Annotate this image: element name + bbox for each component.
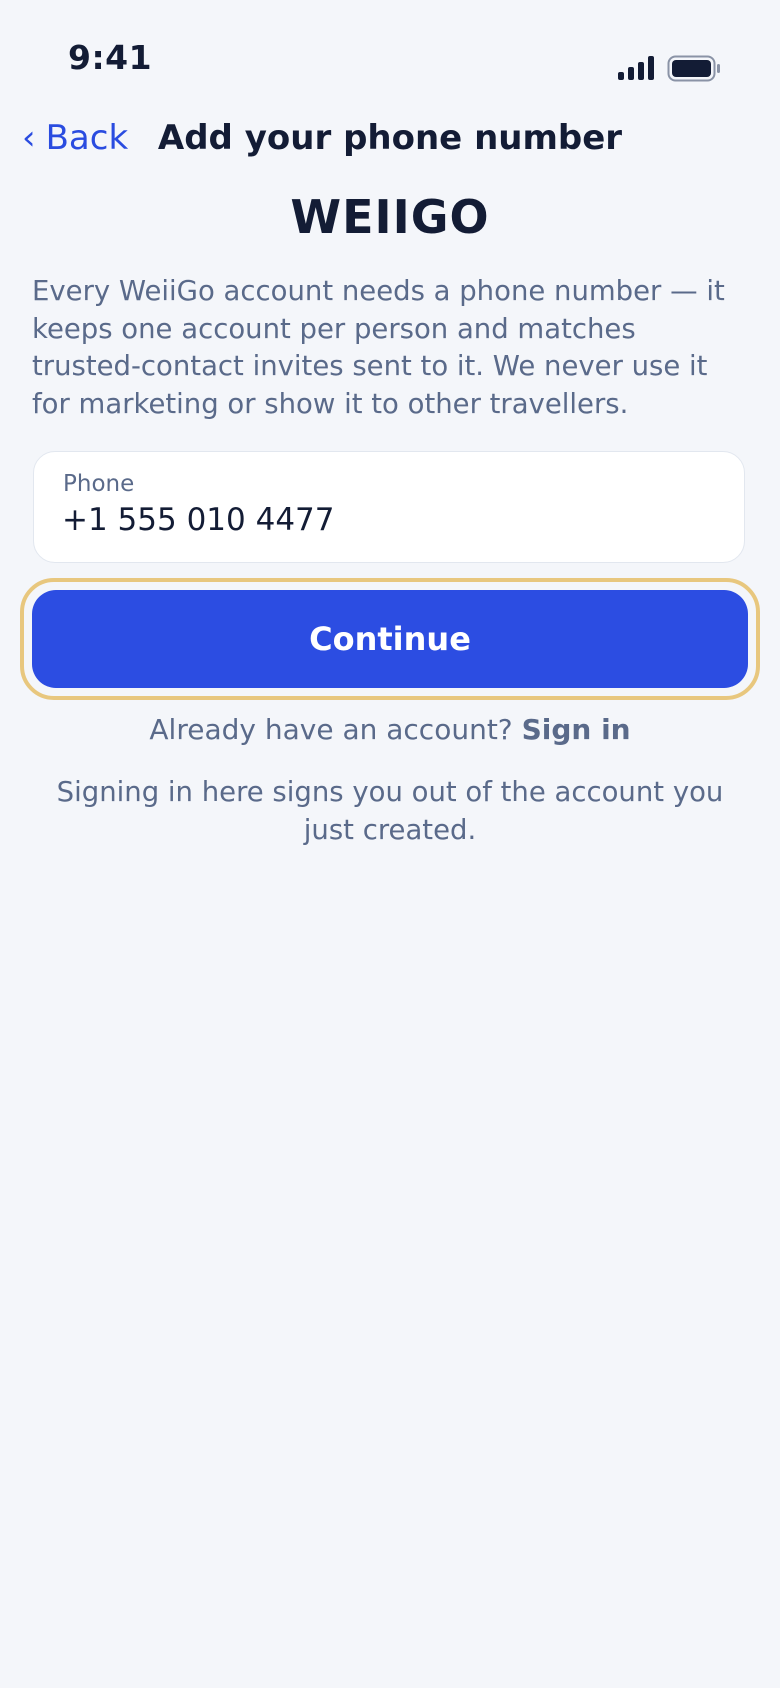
page-title: Add your phone number: [157, 118, 623, 158]
cellular-signal-icon: [618, 56, 654, 80]
signin-prompt: Already have an account?: [149, 713, 513, 746]
phone-field-label: Phone: [63, 471, 135, 497]
status-time: 9:41: [68, 38, 153, 77]
signin-prompt-row: Already have an account? Sign in: [0, 713, 780, 746]
chevron-left-icon: ‹: [22, 118, 36, 158]
signin-warning-note: Signing in here signs you out of the acc…: [56, 776, 724, 846]
back-button[interactable]: ‹ Back: [22, 118, 128, 158]
phone-field[interactable]: Phone: [33, 451, 745, 563]
navigation-bar: ‹ Back Add your phone number: [0, 108, 780, 168]
sign-in-link[interactable]: Sign in: [522, 713, 631, 746]
status-bar: 9:41: [0, 0, 780, 110]
back-label: Back: [45, 118, 129, 158]
phone-requirement-description: Every WeiiGo account needs a phone numbe…: [32, 275, 725, 420]
continue-button[interactable]: Continue: [32, 590, 748, 688]
brand-logo-text: WEIIGO: [290, 190, 490, 244]
battery-icon: [667, 55, 720, 82]
phone-input[interactable]: [62, 502, 702, 538]
